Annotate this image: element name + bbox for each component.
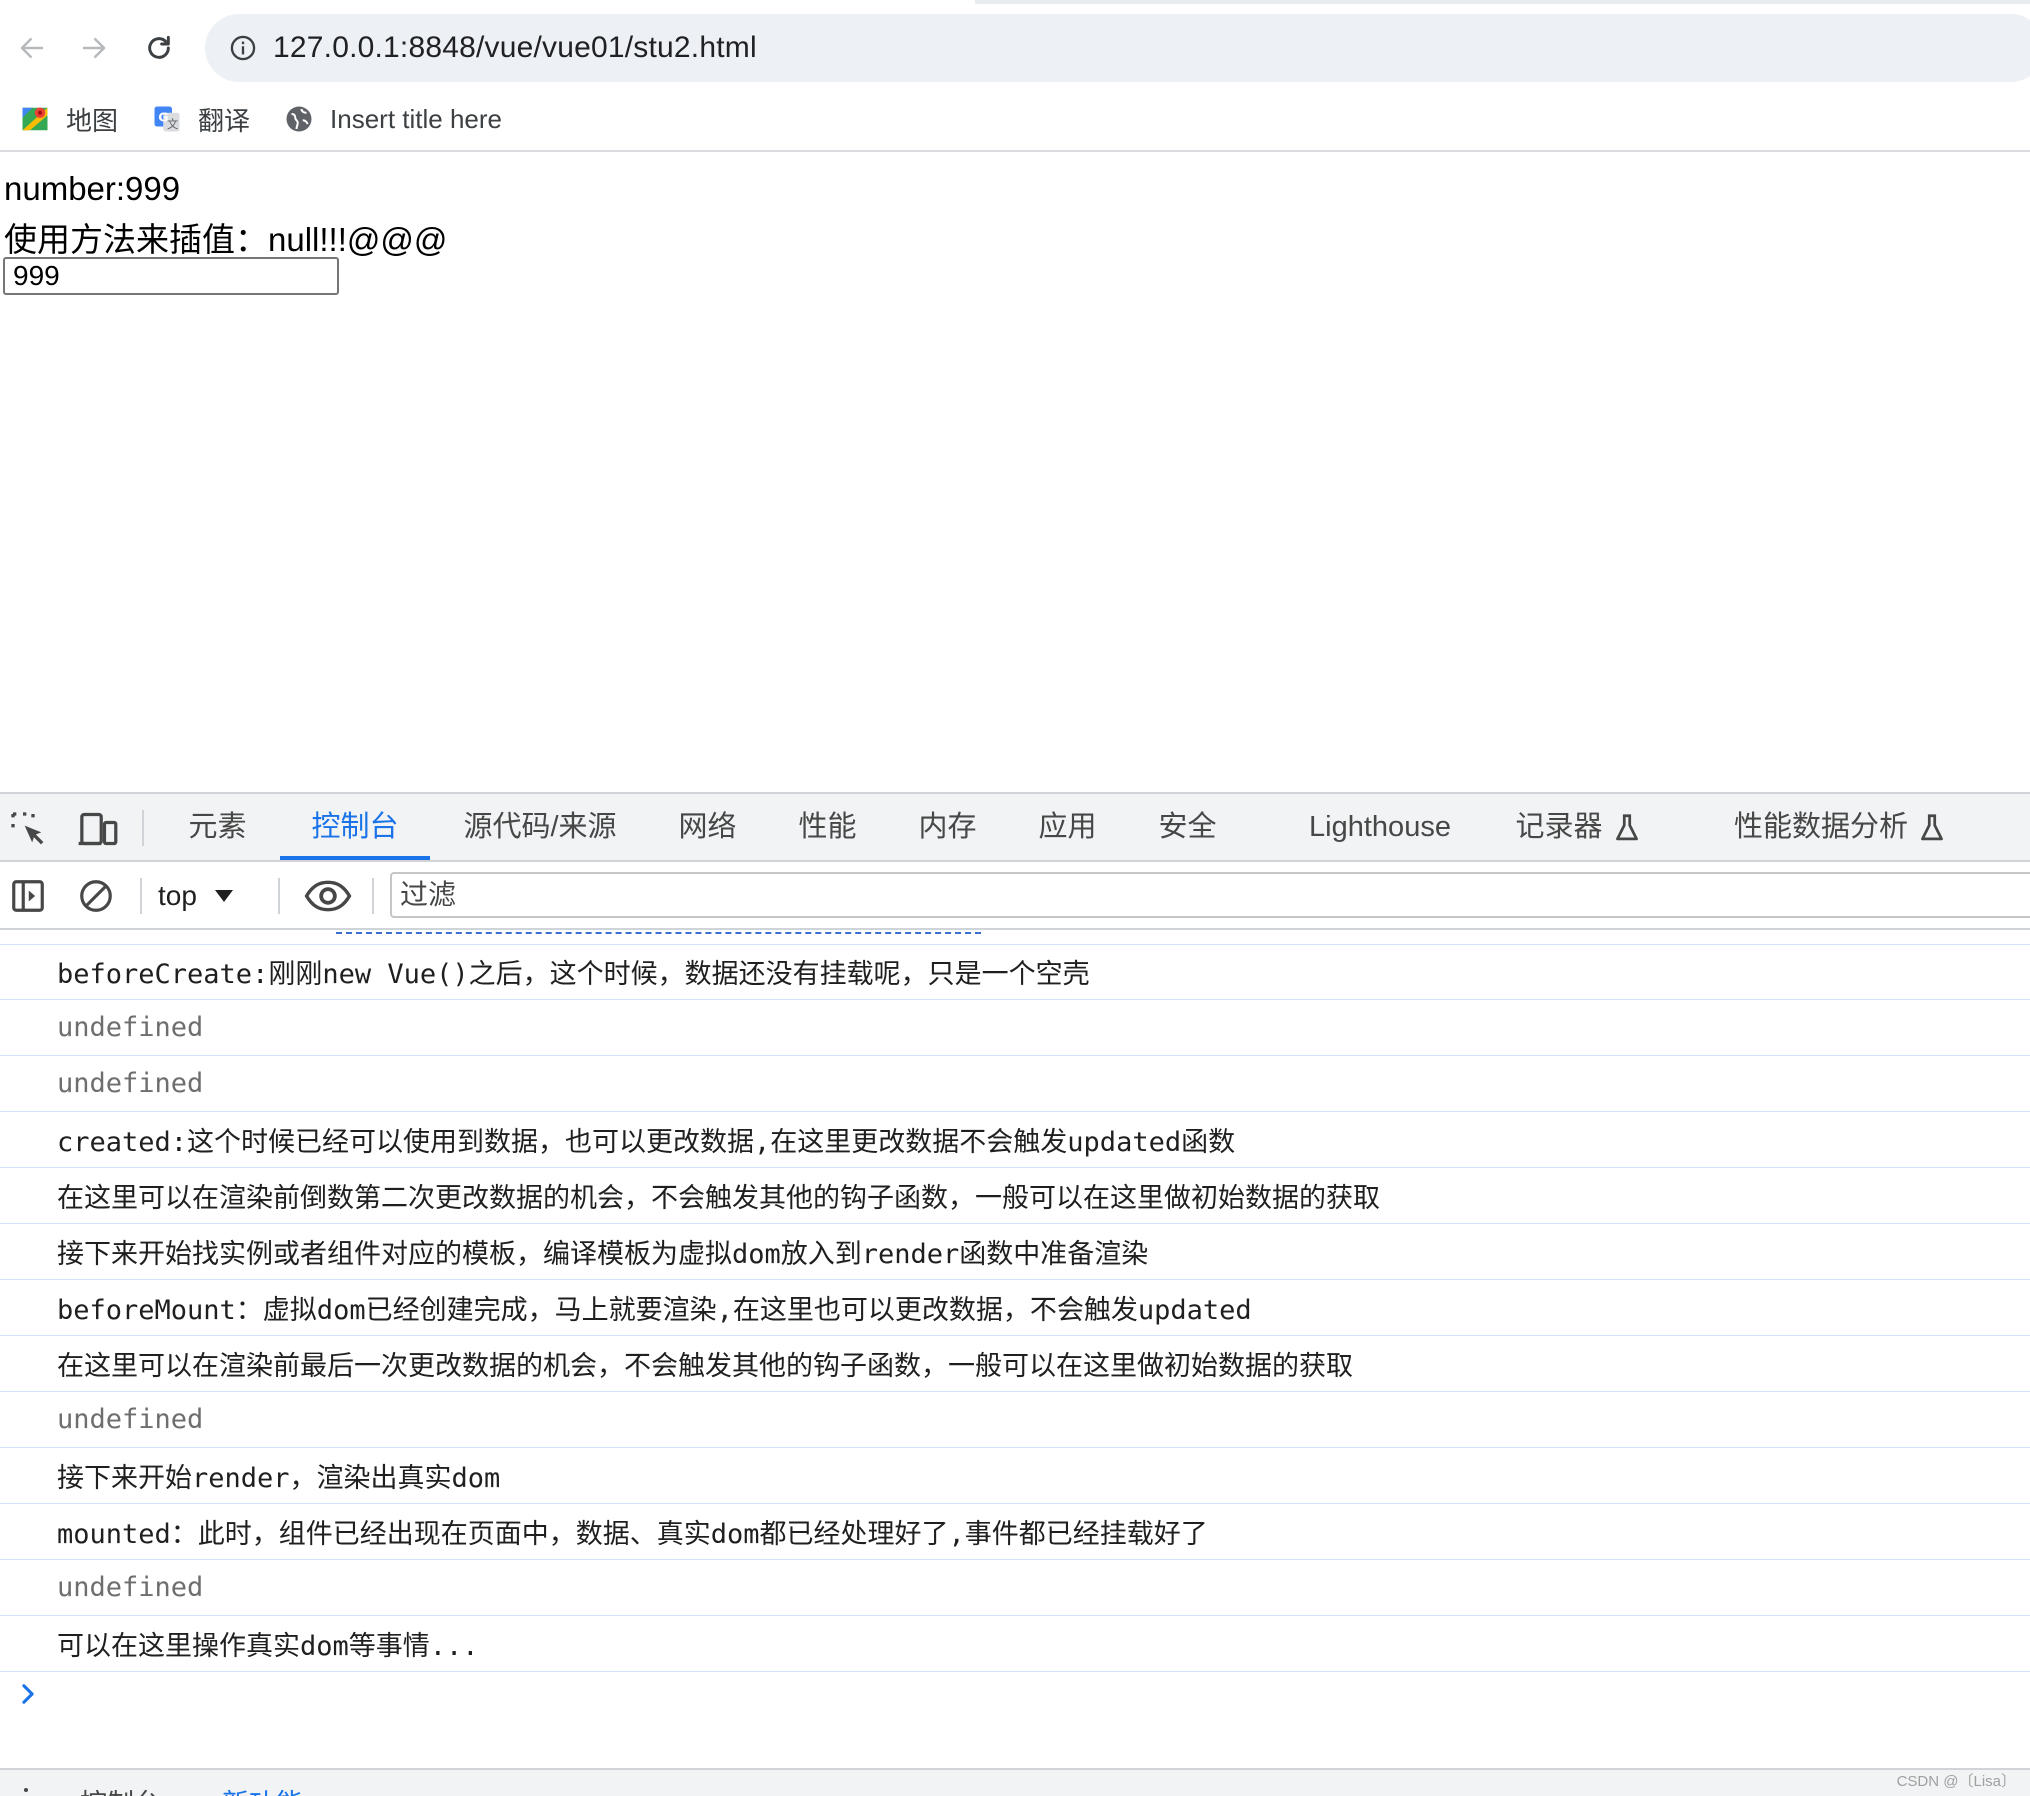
console-log-message: created:这个时候已经可以使用到数据，也可以更改数据,在这里更改数据不会触… [0, 1112, 2030, 1168]
method-interpolation-text: 使用方法来插值：null!!!@@@ [4, 221, 448, 258]
toolbar-separator [140, 878, 142, 914]
number-text: number:999 [4, 170, 181, 207]
show-sidebar-button[interactable] [5, 873, 51, 919]
tab-performance[interactable]: 性能 [795, 794, 860, 860]
devtools-drawer: 控制台 新功能 [0, 1768, 2030, 1796]
tab-recorder[interactable]: 记录器 [1508, 794, 1648, 860]
drawer-tab-whats-new[interactable]: 新功能 [222, 1782, 303, 1796]
url-text: 127.0.0.1:8848/vue/vue01/stu2.html [273, 31, 757, 64]
arrow-left-icon [20, 38, 44, 58]
console-prompt[interactable] [16, 1682, 40, 1706]
bookmark-label: 翻译 [198, 105, 251, 136]
console-toolbar: top 过滤 [0, 862, 2030, 930]
tab-network[interactable]: 网络 [675, 794, 740, 860]
devtools-tab-strip: 元素 控制台 源代码/来源 网络 性能 内存 应用 安全 Lighthouse … [0, 792, 2030, 862]
bookmark-label: 地图 [66, 105, 119, 136]
active-tab-indicator [280, 856, 430, 860]
device-toggle-icon [78, 812, 118, 846]
device-toolbar-button[interactable] [75, 806, 121, 852]
console-log-message: 在这里可以在渲染前最后一次更改数据的机会，不会触发其他的钩子函数，一般可以在这里… [0, 1336, 2030, 1392]
clear-console-button[interactable] [73, 873, 119, 919]
console-return-value: undefined [0, 1056, 2030, 1112]
toolbar-separator [372, 878, 374, 914]
watermark: CSDN @〔Lisa〕 [1896, 1773, 2016, 1790]
inspect-icon [11, 812, 44, 845]
experiment-flask-icon [1615, 814, 1638, 841]
bookmark-insert-title[interactable]: Insert title here [278, 94, 508, 144]
console-log-message: 接下来开始render，渲染出真实dom [0, 1448, 2030, 1504]
tab-lighthouse[interactable]: Lighthouse [1300, 794, 1460, 860]
bookmark-label: Insert title here [330, 103, 503, 134]
tab-console[interactable]: 控制台 [280, 794, 430, 860]
number-input[interactable]: 999 [3, 257, 339, 295]
tab-console-label: 控制台 [311, 811, 399, 843]
tab-sources[interactable]: 源代码/来源 [455, 794, 625, 860]
console-filter-input[interactable]: 过滤 [390, 872, 2030, 918]
svg-text:文: 文 [167, 117, 178, 131]
forward-button[interactable] [70, 24, 118, 72]
reload-icon [148, 35, 170, 59]
clipped-console-row [0, 930, 2030, 945]
console-return-value: undefined [0, 1560, 2030, 1616]
js-context-selector[interactable]: top [158, 876, 233, 916]
console-return-value: undefined [0, 1392, 2030, 1448]
page-viewport: number:999 使用方法来插值：null!!!@@@ 999 [0, 152, 2030, 792]
live-expression-button[interactable] [300, 873, 356, 919]
reload-button[interactable] [135, 24, 183, 72]
experiment-flask-icon [1921, 814, 1943, 841]
clear-console-icon [80, 880, 112, 912]
sidebar-toggle-icon [12, 880, 44, 912]
site-info-icon[interactable] [227, 32, 259, 64]
eye-icon [304, 880, 352, 912]
address-bar[interactable]: 127.0.0.1:8848/vue/vue01/stu2.html [205, 14, 2030, 82]
bookmarks-bar: 地图 G文 翻译 Insert title here [0, 88, 2030, 150]
browser-toolbar: 127.0.0.1:8848/vue/vue01/stu2.html [0, 4, 2030, 86]
tab-performance-insights-label: 性能数据分析 [1733, 811, 1908, 843]
console-messages: beforeCreate:刚刚new Vue()之后，这个时候，数据还没有挂载呢… [0, 944, 2030, 1672]
console-log-message: 接下来开始找实例或者组件对应的模板，编译模板为虚拟dom放入到render函数中… [0, 1224, 2030, 1280]
console-output: beforeCreate:刚刚new Vue()之后，这个时候，数据还没有挂载呢… [0, 930, 2030, 1768]
source-link[interactable] [336, 932, 981, 936]
globe-icon [284, 104, 314, 134]
drawer-menu-icon[interactable] [24, 1788, 28, 1792]
bookmark-translate[interactable]: G文 翻译 [146, 94, 256, 144]
chevron-right-icon [22, 1684, 34, 1704]
console-return-value: undefined [0, 1000, 2030, 1056]
drawer-tab-console[interactable]: 控制台 [80, 1782, 161, 1796]
tab-security[interactable]: 安全 [1155, 794, 1220, 860]
tab-performance-insights[interactable]: 性能数据分析 [1725, 794, 1955, 860]
maps-icon [20, 104, 50, 134]
console-log-message: beforeMount：虚拟dom已经创建完成，马上就要渲染,在这里也可以更改数… [0, 1280, 2030, 1336]
back-button[interactable] [8, 24, 56, 72]
toolbar-separator [142, 810, 144, 846]
dropdown-arrow-icon [214, 890, 233, 902]
tab-memory[interactable]: 内存 [915, 794, 980, 860]
arrow-right-icon [82, 38, 106, 58]
tab-application[interactable]: 应用 [1035, 794, 1100, 860]
console-log-message: mounted：此时，组件已经出现在页面中，数据、真实dom都已经处理好了,事件… [0, 1504, 2030, 1560]
tab-recorder-label: 记录器 [1515, 811, 1603, 843]
toolbar-separator [278, 878, 280, 914]
bookmark-maps[interactable]: 地图 [14, 94, 124, 144]
console-log-message: 可以在这里操作真实dom等事情... [0, 1616, 2030, 1672]
console-log-message: beforeCreate:刚刚new Vue()之后，这个时候，数据还没有挂载呢… [0, 944, 2030, 1000]
context-value: top [158, 880, 197, 911]
console-log-message: 在这里可以在渲染前倒数第二次更改数据的机会，不会触发其他的钩子函数，一般可以在这… [0, 1168, 2030, 1224]
translate-icon: G文 [152, 104, 182, 134]
tab-elements[interactable]: 元素 [185, 794, 250, 860]
inspect-element-button[interactable] [5, 806, 51, 852]
